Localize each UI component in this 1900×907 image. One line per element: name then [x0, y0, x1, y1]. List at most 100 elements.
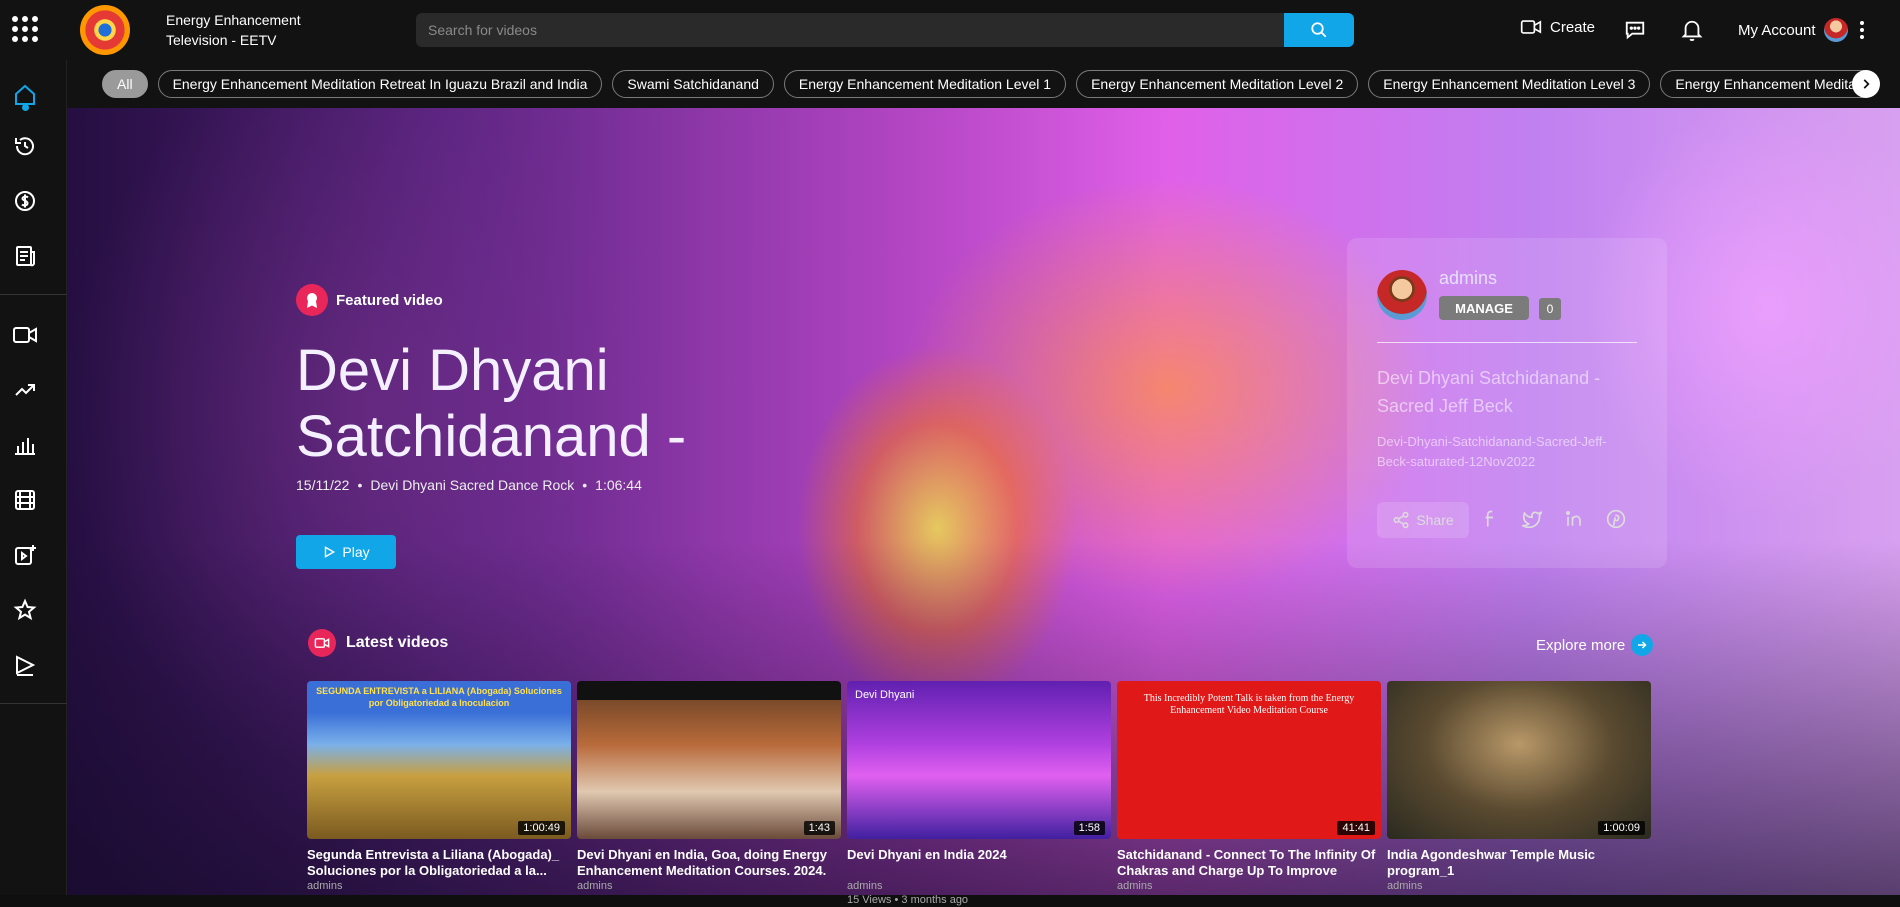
- bell-icon[interactable]: [1681, 18, 1703, 42]
- meta-separator: •: [582, 477, 588, 493]
- play-icon: [325, 546, 336, 558]
- more-vertical-icon[interactable]: [1859, 21, 1864, 39]
- playlist-play-icon: [16, 655, 36, 676]
- apps-grid-icon[interactable]: [12, 16, 38, 42]
- search-input[interactable]: [416, 13, 1284, 47]
- active-indicator: [22, 104, 29, 111]
- bar-chart-icon: [15, 438, 35, 455]
- sidebar-item-favorites[interactable]: [12, 597, 38, 623]
- chips-next-button[interactable]: [1852, 70, 1880, 98]
- video-views: 15 Views • 3 months ago: [847, 894, 969, 906]
- latest-videos-list: SEGUNDA ENTREVISTA a LILIANA (Abogada) S…: [307, 681, 1651, 907]
- sidebar-item-stats[interactable]: [12, 432, 38, 458]
- sidebar-item-history[interactable]: [12, 133, 38, 159]
- video-duration: 1:43: [803, 821, 835, 835]
- chip-more[interactable]: Energy Enhancement Meditati: [1660, 70, 1878, 98]
- video-card[interactable]: SEGUNDA ENTREVISTA a LILIANA (Abogada) S…: [307, 681, 571, 907]
- account-menu[interactable]: My Account: [1738, 18, 1864, 42]
- sidebar-item-articles[interactable]: [12, 243, 38, 269]
- video-title[interactable]: Segunda Entrevista a Liliana (Abogada)_ …: [307, 847, 571, 879]
- video-author[interactable]: admins: [847, 879, 1111, 893]
- video-thumbnail[interactable]: Devi Dhyani 1:58: [847, 681, 1111, 839]
- sidebar-item-add-video[interactable]: [12, 542, 38, 568]
- video-author[interactable]: admins: [1117, 879, 1381, 893]
- sidebar-divider: [0, 294, 67, 295]
- video-card[interactable]: This Incredibly Potent Talk is taken fro…: [1117, 681, 1381, 907]
- chat-icon[interactable]: [1624, 19, 1646, 41]
- arrow-right-icon: [1631, 634, 1654, 656]
- featured-channel[interactable]: Devi Dhyani Sacred Dance Rock: [370, 477, 574, 493]
- video-duration: 41:41: [1337, 821, 1375, 835]
- video-camera-icon: [13, 327, 37, 343]
- video-camera-icon: [308, 629, 336, 657]
- featured-label: Featured video: [296, 284, 443, 316]
- sidebar-item-playlist[interactable]: [12, 652, 38, 678]
- sidebar-item-trending[interactable]: [12, 377, 38, 403]
- search-icon: [1311, 22, 1327, 38]
- twitter-icon[interactable]: [1521, 508, 1543, 530]
- avatar[interactable]: [1377, 270, 1427, 320]
- linkedin-icon[interactable]: [1563, 508, 1585, 530]
- sidebar-item-monetization[interactable]: [12, 188, 38, 214]
- video-camera-icon: [1520, 20, 1542, 34]
- site-logo[interactable]: [80, 5, 130, 55]
- card-username[interactable]: admins: [1439, 268, 1497, 289]
- chip-retreat[interactable]: Energy Enhancement Meditation Retreat In…: [157, 70, 603, 98]
- video-card[interactable]: Devi Dhyani 1:58 Devi Dhyani en India 20…: [847, 681, 1111, 907]
- video-thumbnail[interactable]: 1:00:09: [1387, 681, 1651, 839]
- featured-duration: 1:06:44: [595, 477, 642, 493]
- chip-swami[interactable]: Swami Satchidanand: [612, 70, 774, 98]
- video-thumbnail[interactable]: SEGUNDA ENTREVISTA a LILIANA (Abogada) S…: [307, 681, 571, 839]
- explore-more-link[interactable]: Explore more: [1536, 634, 1654, 656]
- video-author[interactable]: admins: [307, 879, 571, 893]
- pinterest-icon[interactable]: [1605, 508, 1627, 530]
- share-label: Share: [1416, 512, 1454, 528]
- video-card[interactable]: 1:00:09 India Agondeshwar Temple Music p…: [1387, 681, 1651, 907]
- facebook-icon[interactable]: [1479, 508, 1501, 530]
- sidebar-divider: [0, 703, 67, 704]
- avatar[interactable]: [1823, 18, 1848, 42]
- share-button[interactable]: Share: [1377, 502, 1469, 538]
- video-title[interactable]: Devi Dhyani en India, Goa, doing Energy …: [577, 847, 841, 879]
- play-button[interactable]: Play: [296, 535, 396, 569]
- featured-label-text: Featured video: [336, 291, 443, 309]
- video-title[interactable]: Satchidanand - Connect To The Infinity O…: [1117, 847, 1381, 879]
- video-info-card: admins MANAGE 0 Devi Dhyani Satchidanand…: [1347, 238, 1667, 568]
- category-chips: All Energy Enhancement Meditation Retrea…: [67, 60, 1900, 108]
- video-author[interactable]: admins: [577, 879, 841, 893]
- card-video-slug: Devi-Dhyani-Satchidanand-Sacred-Jeff-Bec…: [1377, 434, 1607, 469]
- thumbnail-text: SEGUNDA ENTREVISTA a LILIANA (Abogada) S…: [316, 686, 562, 708]
- top-bar: Energy Enhancement Television - EETV Cre…: [0, 0, 1900, 60]
- chevron-right-icon: [1863, 79, 1870, 89]
- video-duration: 1:58: [1073, 821, 1105, 835]
- sidebar-item-videos[interactable]: [12, 322, 38, 348]
- card-divider: [1377, 342, 1637, 343]
- video-card[interactable]: 1:43 Devi Dhyani en India, Goa, doing En…: [577, 681, 841, 907]
- search-button[interactable]: [1284, 13, 1354, 47]
- play-label: Play: [342, 544, 370, 560]
- search-bar: [416, 13, 1354, 47]
- thumbnail-text: This Incredibly Potent Talk is taken fro…: [1143, 693, 1355, 716]
- explore-more-label: Explore more: [1536, 636, 1626, 654]
- card-video-title: Devi Dhyani Satchidanand - Sacred Jeff B…: [1377, 368, 1601, 416]
- account-label: My Account: [1738, 21, 1816, 39]
- video-title[interactable]: India Agondeshwar Temple Music program_1: [1387, 847, 1651, 879]
- create-button[interactable]: Create: [1520, 18, 1595, 36]
- chip-level-1[interactable]: Energy Enhancement Meditation Level 1: [783, 70, 1067, 98]
- sidebar-item-movies[interactable]: [12, 487, 38, 513]
- video-thumbnail[interactable]: 1:43: [577, 681, 841, 839]
- trending-icon: [15, 384, 35, 396]
- manage-button[interactable]: MANAGE: [1439, 296, 1529, 320]
- add-video-icon: [15, 545, 36, 565]
- latest-videos-label: Latest videos: [346, 634, 449, 651]
- chip-level-2[interactable]: Energy Enhancement Meditation Level 2: [1076, 70, 1359, 98]
- featured-title[interactable]: Devi Dhyani Satchidanand -: [296, 338, 796, 470]
- chip-all[interactable]: All: [102, 70, 148, 98]
- video-thumbnail[interactable]: This Incredibly Potent Talk is taken fro…: [1117, 681, 1381, 839]
- brand-name[interactable]: Energy Enhancement Television - EETV: [166, 10, 326, 50]
- thumbnail-text: Devi Dhyani: [855, 689, 915, 701]
- chip-level-3[interactable]: Energy Enhancement Meditation Level 3: [1368, 70, 1651, 98]
- featured-date: 15/11/22: [296, 477, 350, 493]
- video-author[interactable]: admins: [1387, 879, 1651, 893]
- video-title[interactable]: Devi Dhyani en India 2024: [847, 847, 1111, 879]
